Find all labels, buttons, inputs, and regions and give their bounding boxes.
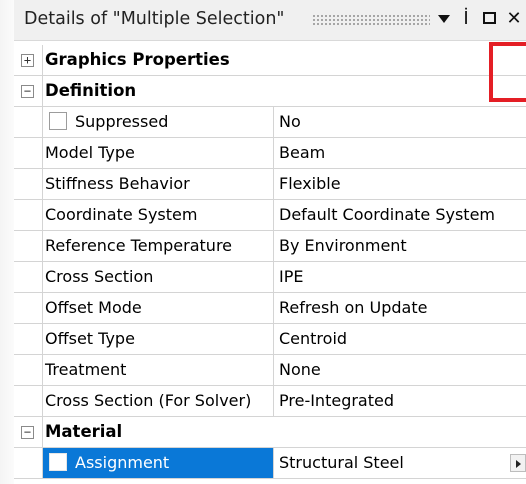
drag-grip[interactable] (312, 14, 430, 26)
collapse-icon[interactable]: − (21, 426, 34, 439)
details-property-grid: + Graphics Properties − Definition Suppr… (14, 45, 526, 479)
property-row-cross-section[interactable]: Cross Section IPE (14, 262, 526, 293)
collapse-icon[interactable]: − (21, 85, 34, 98)
property-key: Offset Mode (42, 293, 274, 323)
property-key: Assignment (42, 448, 274, 478)
property-key: Coordinate System (42, 200, 274, 230)
property-row-cross-section-solver[interactable]: Cross Section (For Solver) Pre-Integrate… (14, 386, 526, 417)
property-value[interactable]: Centroid (275, 324, 526, 354)
property-row-coordinate-system[interactable]: Coordinate System Default Coordinate Sys… (14, 200, 526, 231)
property-value[interactable]: Pre-Integrated (275, 386, 526, 416)
details-title: Details of "Multiple Selection" (24, 9, 285, 29)
maximize-icon[interactable] (480, 8, 500, 30)
assignment-checkbox[interactable] (49, 453, 67, 471)
dropdown-icon[interactable] (436, 8, 452, 30)
property-value[interactable]: By Environment (275, 231, 526, 261)
property-value[interactable]: No (275, 107, 526, 137)
property-row-stiffness-behavior[interactable]: Stiffness Behavior Flexible (14, 169, 526, 200)
details-title-bar[interactable]: Details of "Multiple Selection" İ ✕ (14, 0, 526, 41)
property-row-offset-type[interactable]: Offset Type Centroid (14, 324, 526, 355)
property-key-text: Assignment (75, 453, 170, 472)
group-graphics-properties[interactable]: + Graphics Properties (14, 45, 526, 76)
property-key: Cross Section (42, 262, 274, 292)
property-value[interactable]: Refresh on Update (275, 293, 526, 323)
assignment-value-text: Structural Steel (279, 453, 404, 472)
property-row-treatment[interactable]: Treatment None (14, 355, 526, 386)
expand-icon[interactable]: + (21, 54, 34, 67)
property-row-assignment[interactable]: Assignment Structural Steel (14, 448, 526, 479)
property-key: Model Type (42, 138, 274, 168)
group-label: Definition (42, 76, 526, 106)
property-row-suppressed[interactable]: Suppressed No (14, 107, 526, 138)
property-key: Suppressed (42, 107, 274, 137)
property-value[interactable]: IPE (275, 262, 526, 292)
property-value[interactable]: None (275, 355, 526, 385)
group-material[interactable]: − Material (14, 417, 526, 448)
property-row-model-type[interactable]: Model Type Beam (14, 138, 526, 169)
property-key: Treatment (42, 355, 274, 385)
group-label: Material (42, 417, 526, 447)
property-value[interactable]: Beam (275, 138, 526, 168)
property-value[interactable]: Default Coordinate System (275, 200, 526, 230)
close-icon[interactable]: ✕ (504, 8, 524, 30)
property-key: Offset Type (42, 324, 274, 354)
group-label: Graphics Properties (42, 45, 526, 75)
combo-arrow-icon[interactable] (510, 454, 526, 472)
left-edge-strip (0, 0, 14, 484)
property-key: Reference Temperature (42, 231, 274, 261)
pin-icon[interactable]: İ (458, 8, 474, 30)
property-key: Cross Section (For Solver) (42, 386, 274, 416)
property-row-reference-temperature[interactable]: Reference Temperature By Environment (14, 231, 526, 262)
suppressed-checkbox[interactable] (49, 112, 67, 130)
property-value[interactable]: Structural Steel (275, 448, 526, 478)
property-key: Stiffness Behavior (42, 169, 274, 199)
highlight-annotation-box (489, 42, 526, 102)
property-key-text: Suppressed (75, 112, 169, 131)
property-value[interactable]: Flexible (275, 169, 526, 199)
group-definition[interactable]: − Definition (14, 76, 526, 107)
property-row-offset-mode[interactable]: Offset Mode Refresh on Update (14, 293, 526, 324)
